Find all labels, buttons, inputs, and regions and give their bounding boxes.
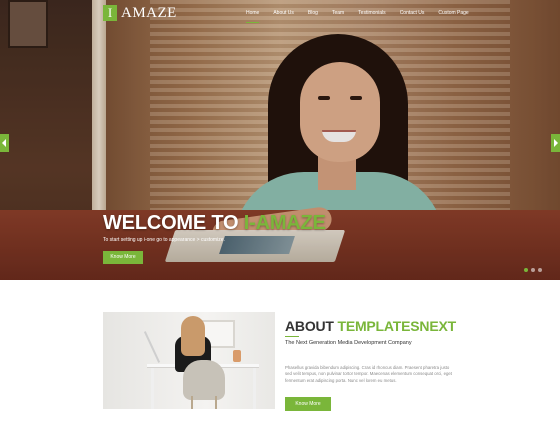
about-image (103, 312, 275, 409)
hero-subtitle: To start setting up i-one go to appearan… (103, 237, 225, 243)
about-title: ABOUT TEMPLATESNEXT (285, 318, 456, 334)
top-navigation: I AMAZE Home About Us Blog Team Testimon… (0, 0, 560, 26)
menu-item-team[interactable]: Team (332, 10, 344, 17)
menu-item-contact-us[interactable]: Contact Us (400, 10, 425, 17)
hero-know-more-button[interactable]: Know More (103, 251, 143, 264)
main-menu: Home About Us Blog Team Testimonials Con… (246, 10, 483, 23)
page: I AMAZE Home About Us Blog Team Testimon… (0, 0, 560, 436)
about-subtitle: The Next Generation Media Development Co… (285, 340, 412, 346)
menu-item-blog[interactable]: Blog (308, 10, 318, 17)
site-logo[interactable]: I AMAZE (103, 5, 177, 21)
slider-prev-button[interactable] (0, 134, 9, 152)
hero-overlay (0, 0, 560, 280)
menu-item-about-us[interactable]: About Us (273, 10, 294, 17)
slider-pagination (524, 268, 542, 272)
slider-dot[interactable] (524, 268, 528, 272)
about-title-underline (285, 336, 299, 337)
menu-item-home[interactable]: Home (246, 10, 260, 23)
logo-text: AMAZE (121, 5, 177, 21)
hero-title: WELCOME TO I-AMAZE (103, 212, 326, 235)
slider-next-button[interactable] (551, 134, 560, 152)
about-title-main: ABOUT (285, 318, 338, 334)
chevron-right-icon (554, 139, 558, 147)
about-body-text: Phasellus gravida bibendum adipiscing. C… (285, 365, 452, 383)
slider-dot[interactable] (538, 268, 542, 272)
hero-title-main: WELCOME TO (103, 212, 244, 234)
menu-item-custom-page[interactable]: Custom Page (438, 10, 468, 17)
logo-mark: I (103, 5, 117, 21)
hero-title-accent: I-AMAZE (243, 212, 326, 234)
slider-dot[interactable] (531, 268, 535, 272)
hero-slider: I AMAZE Home About Us Blog Team Testimon… (0, 0, 560, 280)
chevron-left-icon (2, 139, 6, 147)
menu-item-testimonials[interactable]: Testimonials (358, 10, 386, 17)
about-know-more-button[interactable]: Know More (285, 397, 331, 411)
about-title-accent: TEMPLATESNEXT (337, 318, 456, 334)
